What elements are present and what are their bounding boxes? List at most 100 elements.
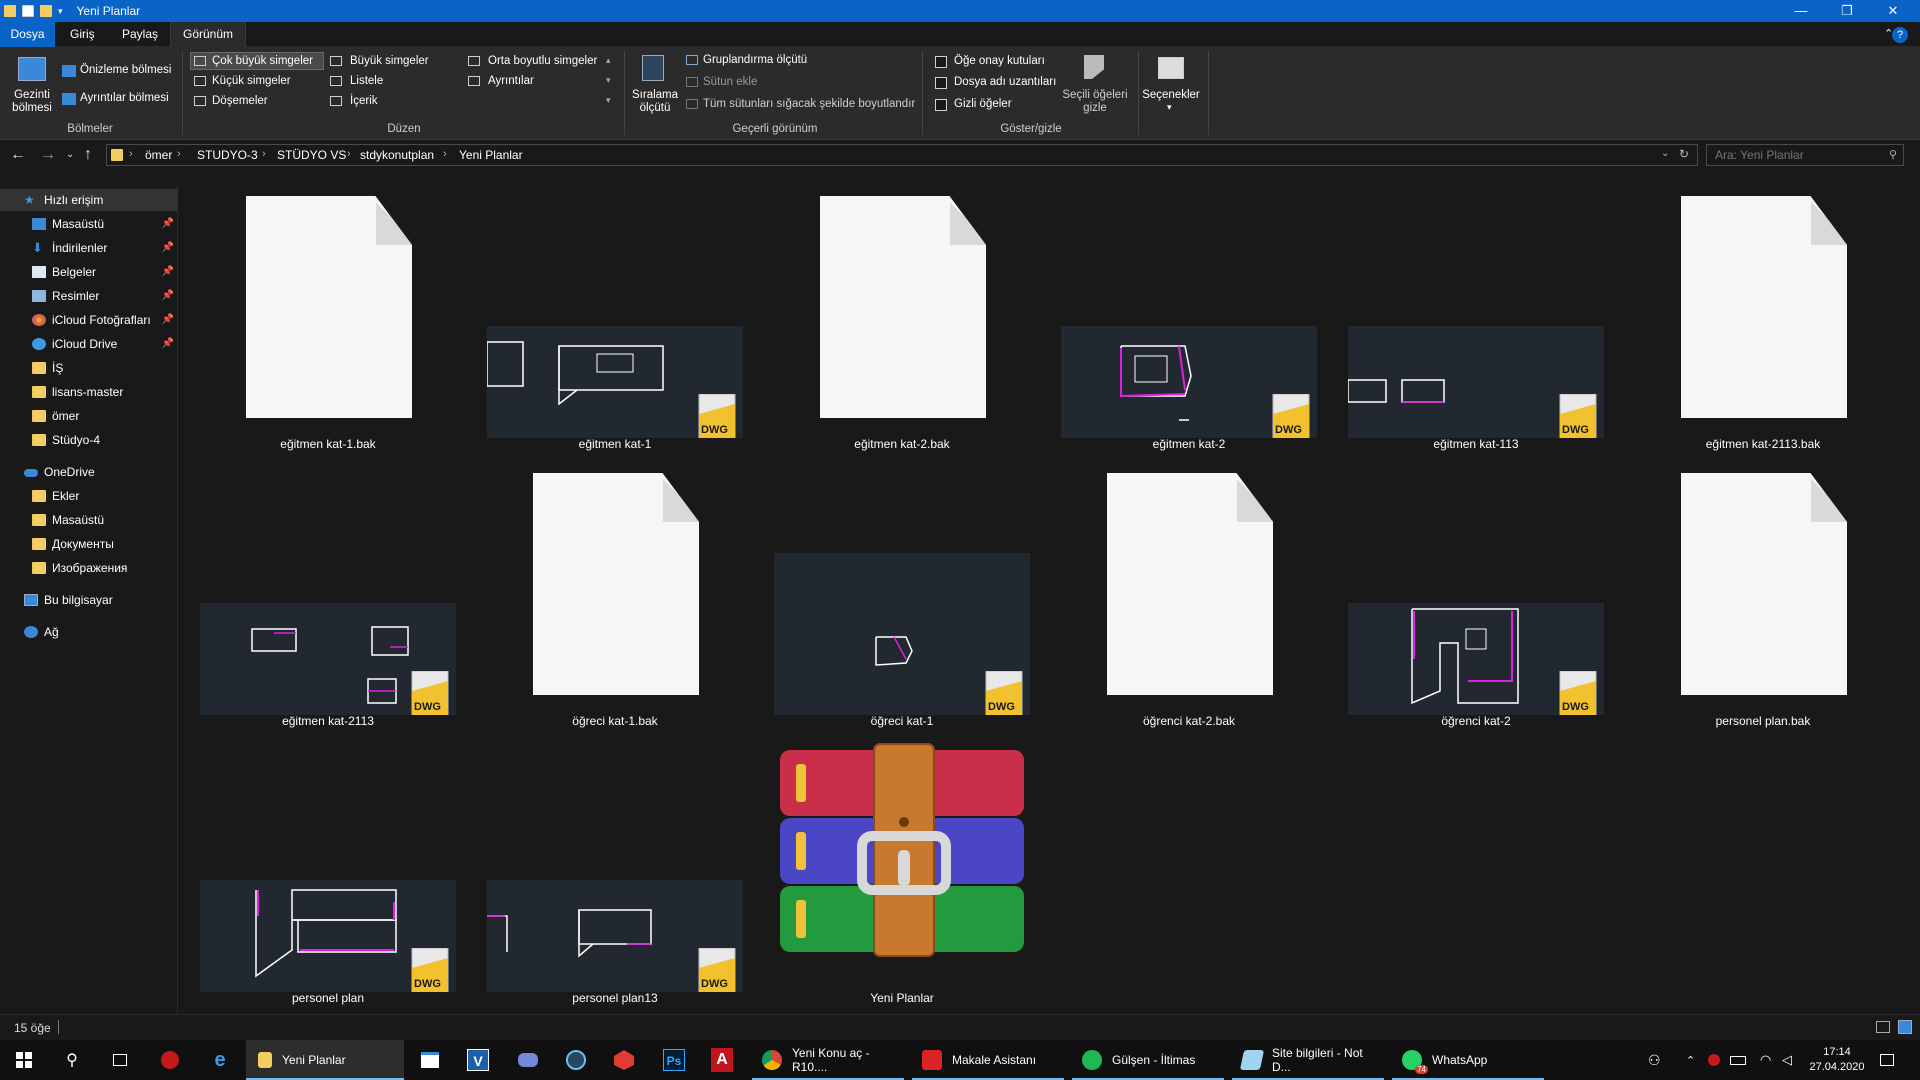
sort-by-button[interactable]: Sıralama ölçütü xyxy=(632,89,678,115)
crumb-separator[interactable]: › xyxy=(262,148,266,160)
sidebar-item-omer[interactable]: ömer xyxy=(0,405,178,427)
group-by-button[interactable]: Gruplandırma ölçütü xyxy=(703,54,807,66)
sidebar-item-documents-ru[interactable]: Документы xyxy=(0,533,178,555)
sidebar-item-images-ru[interactable]: Изображения xyxy=(0,557,178,579)
sidebar-item-is[interactable]: İŞ xyxy=(0,357,178,379)
pin-icon[interactable]: 📌 xyxy=(162,237,174,259)
taskbar-app-explorer[interactable]: Yeni Planlar xyxy=(246,1040,404,1080)
layout-tiles[interactable]: Döşemeler xyxy=(212,95,268,107)
taskbar-app-makale[interactable]: Makale Asistanı xyxy=(912,1040,1064,1080)
customize-quick-access-icon[interactable]: ▾ xyxy=(58,6,63,17)
file-item[interactable]: DWG öğreci kat-1 xyxy=(774,463,1030,739)
sidebar-item-ekler[interactable]: Ekler xyxy=(0,485,178,507)
hide-selected-button[interactable]: Seçili öğeleri gizle xyxy=(1060,89,1130,115)
file-extensions-checkbox[interactable] xyxy=(935,77,947,89)
wifi-icon[interactable]: ◠ xyxy=(1760,1040,1771,1080)
sidebar-item-desktop[interactable]: Masaüstü 📌 xyxy=(0,213,178,235)
layout-scroll-down-icon[interactable]: ▾ xyxy=(606,75,611,86)
notifications-icon[interactable] xyxy=(1880,1040,1894,1080)
sidebar-item-onedrive-desktop[interactable]: Masaüstü xyxy=(0,509,178,531)
item-checkboxes-checkbox[interactable] xyxy=(935,56,947,68)
search-input[interactable] xyxy=(1707,145,1877,165)
visio-icon[interactable]: V xyxy=(454,1040,502,1080)
tab-file[interactable]: Dosya xyxy=(0,22,55,47)
new-folder-icon[interactable] xyxy=(40,5,52,17)
edge-icon[interactable]: e xyxy=(196,1040,244,1080)
people-icon[interactable]: ⚇ xyxy=(1648,1040,1661,1080)
layout-small-icons[interactable]: Küçük simgeler xyxy=(212,75,291,87)
game-bar-icon[interactable] xyxy=(1708,1040,1720,1080)
layout-expand-icon[interactable]: ▾ xyxy=(606,95,611,106)
sidebar-item-downloads[interactable]: ⬇ İndirilenler 📌 xyxy=(0,237,178,259)
file-item[interactable]: öğrenci kat-2.bak xyxy=(1061,463,1317,739)
properties-icon[interactable] xyxy=(22,5,34,17)
forward-icon[interactable]: → xyxy=(40,145,56,165)
address-input[interactable]: › ömer › STUDYO-3 › STÜDYO VS › stdykonu… xyxy=(106,144,1698,166)
pin-icon[interactable]: 📌 xyxy=(162,213,174,235)
pin-icon[interactable]: 📌 xyxy=(162,285,174,307)
store-icon[interactable] xyxy=(406,1040,454,1080)
volume-icon[interactable]: ◁ xyxy=(1782,1040,1792,1080)
layout-extra-large-icons[interactable]: Çok büyük simgeler xyxy=(212,55,313,67)
address-dropdown-icon[interactable]: ⌄ xyxy=(1661,148,1669,159)
clock[interactable]: 17:14 27.04.2020 xyxy=(1806,1040,1868,1080)
file-item[interactable]: personel plan.bak xyxy=(1635,463,1891,739)
taskbar-app-chrome[interactable]: Yeni Konu aç - R10.... xyxy=(752,1040,904,1080)
sidebar-item-icloud-photos[interactable]: iCloud Fotoğrafları 📌 xyxy=(0,309,178,331)
file-item[interactable]: eğitmen kat-1.bak xyxy=(200,186,456,462)
start-button[interactable] xyxy=(0,1040,48,1080)
sidebar-item-icloud-drive[interactable]: iCloud Drive 📌 xyxy=(0,333,178,355)
layout-scroll-up-icon[interactable]: ▴ xyxy=(606,55,611,66)
file-item[interactable]: eğitmen kat-2113.bak xyxy=(1635,186,1891,462)
pin-icon[interactable]: 📌 xyxy=(162,309,174,331)
file-item[interactable]: öğreci kat-1.bak xyxy=(487,463,743,739)
breadcrumb-yeni-planlar[interactable]: Yeni Planlar xyxy=(459,148,523,162)
search-box[interactable]: ⚲ xyxy=(1706,144,1904,166)
steam-icon[interactable] xyxy=(552,1040,600,1080)
layout-content[interactable]: İçerik xyxy=(350,95,377,107)
tab-view[interactable]: Görünüm xyxy=(170,22,247,47)
breadcrumb-studyo-3[interactable]: STUDYO-3 xyxy=(197,148,258,162)
recent-locations-icon[interactable]: ⌄ xyxy=(66,145,74,165)
fit-columns-button[interactable]: Tüm sütunları sığacak şekilde boyutlandı… xyxy=(703,98,915,110)
taskbar-app-notepad[interactable]: Site bilgileri - Not D... xyxy=(1232,1040,1384,1080)
navigation-pane-icon[interactable] xyxy=(18,57,46,81)
battery-icon[interactable] xyxy=(1730,1040,1746,1080)
up-icon[interactable]: ↑ xyxy=(84,145,92,165)
search-icon[interactable]: ⚲ xyxy=(48,1040,96,1080)
taskbar-app-spotify[interactable]: Gülşen - İltimas xyxy=(1072,1040,1224,1080)
navigation-pane-button[interactable]: Gezinti bölmesi xyxy=(8,89,56,115)
breadcrumb-studyo-vs[interactable]: STÜDYO VS xyxy=(277,148,346,162)
file-item[interactable]: DWG personel plan xyxy=(200,740,456,1016)
large-icons-view-icon[interactable] xyxy=(1898,1020,1912,1034)
crumb-separator[interactable]: › xyxy=(347,148,351,160)
tab-home[interactable]: Giriş xyxy=(58,22,107,47)
sidebar-item-studyo-4[interactable]: Stüdyo-4 xyxy=(0,429,178,451)
add-column-button[interactable]: Sütun ekle xyxy=(703,76,757,88)
refresh-icon[interactable]: ↻ xyxy=(1679,147,1689,161)
tab-share[interactable]: Paylaş xyxy=(110,22,170,47)
sidebar-item-pictures[interactable]: Resimler 📌 xyxy=(0,285,178,307)
file-item[interactable]: Yeni Planlar xyxy=(774,740,1030,1016)
file-item[interactable]: eğitmen kat-2.bak xyxy=(774,186,1030,462)
options-button[interactable]: Seçenekler xyxy=(1142,89,1200,101)
layout-large-icons[interactable]: Büyük simgeler xyxy=(350,55,429,67)
game-app-icon[interactable] xyxy=(146,1040,194,1080)
back-icon[interactable]: ← xyxy=(10,145,26,165)
breadcrumb-omer[interactable]: ömer xyxy=(145,148,172,162)
photoshop-icon[interactable]: Ps xyxy=(650,1040,698,1080)
task-view-icon[interactable] xyxy=(96,1040,144,1080)
sidebar-item-onedrive[interactable]: OneDrive xyxy=(0,461,178,483)
file-item[interactable]: DWG öğrenci kat-2 xyxy=(1348,463,1604,739)
options-dropdown-icon[interactable]: ▾ xyxy=(1167,102,1172,113)
sketchup-icon[interactable] xyxy=(600,1040,648,1080)
hidden-items-checkbox[interactable] xyxy=(935,99,947,111)
layout-medium-icons[interactable]: Orta boyutlu simgeler xyxy=(488,55,597,67)
sidebar-item-this-pc[interactable]: Bu bilgisayar xyxy=(0,589,178,611)
crumb-separator[interactable]: › xyxy=(129,148,133,160)
file-item[interactable]: DWG eğitmen kat-2113 xyxy=(200,463,456,739)
taskbar-app-whatsapp[interactable]: 74 WhatsApp xyxy=(1392,1040,1544,1080)
discord-icon[interactable] xyxy=(504,1040,552,1080)
help-icon[interactable]: ? xyxy=(1892,22,1908,47)
preview-pane-button[interactable]: Önizleme bölmesi xyxy=(80,64,171,76)
